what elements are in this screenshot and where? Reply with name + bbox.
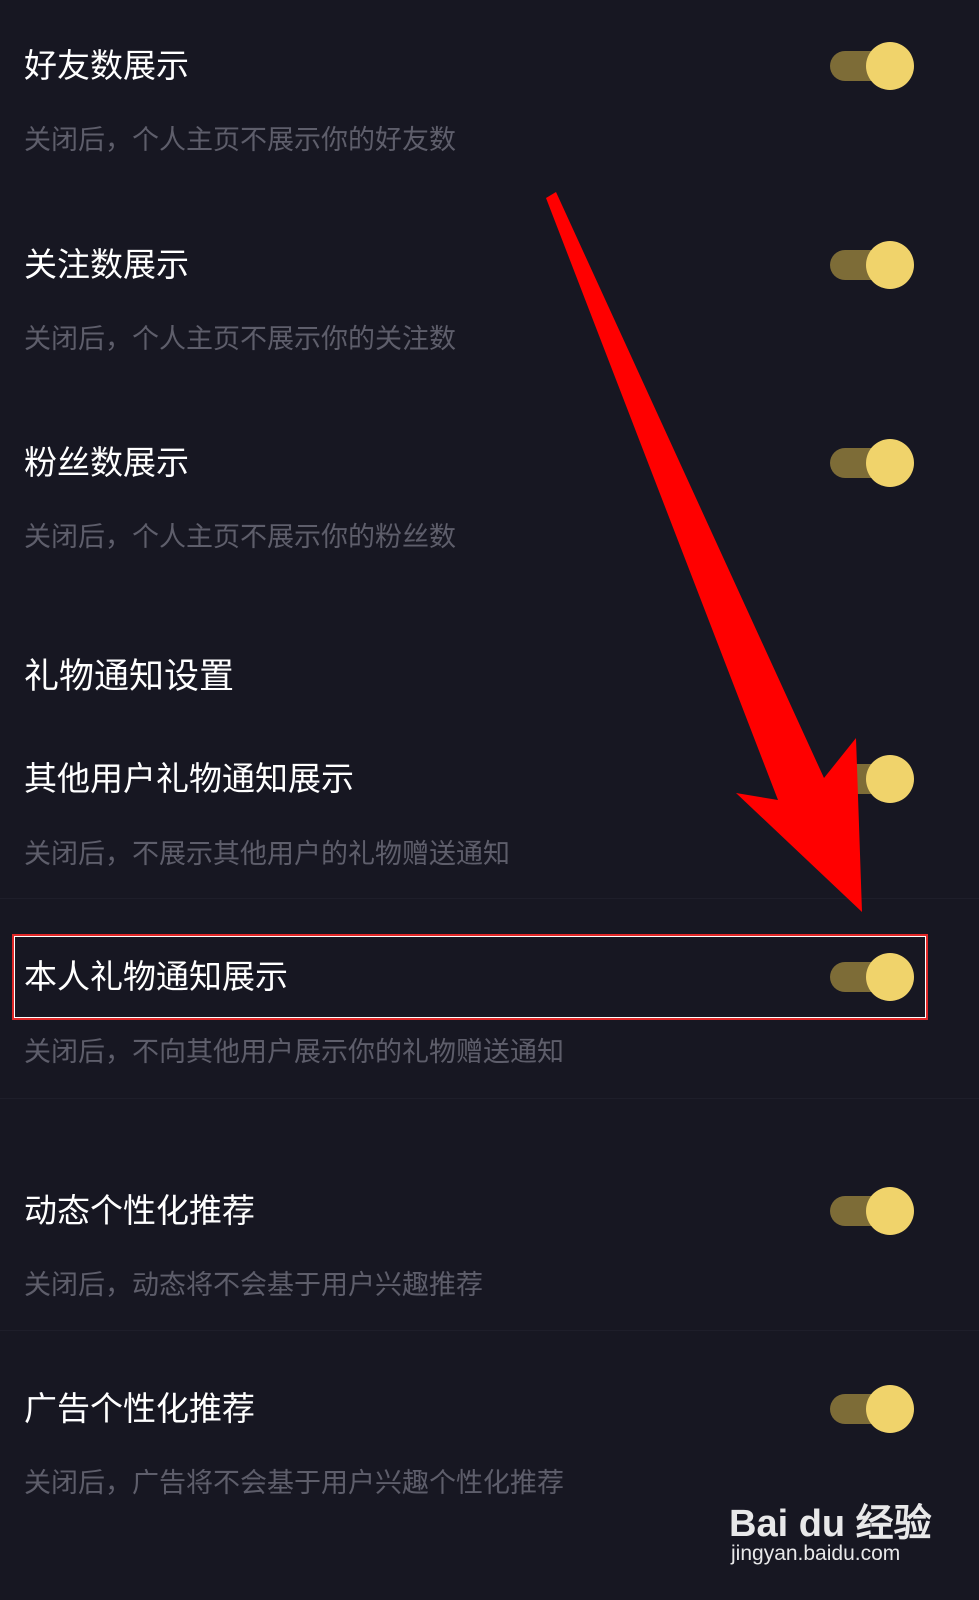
toggle-knob: [866, 1385, 914, 1433]
toggle-knob: [866, 439, 914, 487]
baidu-jingyan-watermark: Bai du 经验 jingyan.baidu.com: [729, 1492, 932, 1582]
setting-title-friends-count: 好友数展示: [24, 46, 189, 85]
setting-desc-friends-count: 关闭后，个人主页不展示你的好友数: [24, 125, 456, 156]
section-header-gift-settings: 礼物通知设置: [24, 657, 235, 697]
setting-title-my-gift-notice: 本人礼物通知展示: [24, 957, 288, 996]
setting-desc-others-gift-notice: 关闭后，不展示其他用户的礼物赠送通知: [24, 839, 510, 870]
toggle-knob: [866, 953, 914, 1001]
setting-title-ad-personalization: 广告个性化推荐: [24, 1389, 255, 1428]
annotation-arrow-shape: [546, 192, 862, 912]
setting-desc-feed-personalization: 关闭后，动态将不会基于用户兴趣推荐: [24, 1270, 483, 1301]
toggle-knob: [866, 241, 914, 289]
toggle-my-gift-notice[interactable]: [830, 953, 914, 1001]
setting-title-following-count: 关注数展示: [24, 245, 189, 284]
toggle-knob: [866, 755, 914, 803]
divider: [0, 898, 979, 899]
toggle-followers-count[interactable]: [830, 439, 914, 487]
setting-title-followers-count: 粉丝数展示: [24, 443, 189, 482]
toggle-knob: [866, 42, 914, 90]
toggle-friends-count[interactable]: [830, 42, 914, 90]
toggle-knob: [866, 1187, 914, 1235]
divider: [0, 1098, 979, 1099]
setting-desc-following-count: 关闭后，个人主页不展示你的关注数: [24, 324, 456, 355]
setting-title-others-gift-notice: 其他用户礼物通知展示: [24, 759, 354, 798]
toggle-ad-personalization[interactable]: [830, 1385, 914, 1433]
toggle-feed-personalization[interactable]: [830, 1187, 914, 1235]
toggle-others-gift-notice[interactable]: [830, 755, 914, 803]
setting-desc-ad-personalization: 关闭后，广告将不会基于用户兴趣个性化推荐: [24, 1468, 564, 1499]
setting-title-feed-personalization: 动态个性化推荐: [24, 1191, 255, 1230]
divider: [0, 1330, 979, 1331]
watermark-logo: Bai du 经验: [729, 1503, 932, 1545]
setting-desc-followers-count: 关闭后，个人主页不展示你的粉丝数: [24, 522, 456, 553]
toggle-following-count[interactable]: [830, 241, 914, 289]
watermark-url: jingyan.baidu.com: [731, 1542, 901, 1565]
setting-desc-my-gift-notice: 关闭后，不向其他用户展示你的礼物赠送通知: [24, 1037, 564, 1068]
